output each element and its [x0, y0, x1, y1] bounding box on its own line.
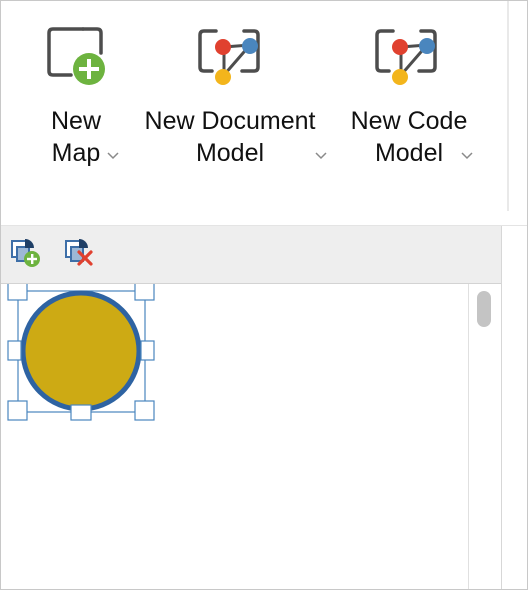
remove-layer-button[interactable] — [63, 235, 97, 269]
resize-handle-bottom[interactable] — [70, 404, 92, 421]
code-model-icon — [375, 29, 437, 85]
canvas-drawing — [7, 284, 155, 421]
resize-handle-top-left[interactable] — [7, 284, 28, 301]
new-code-model-label-line2: Model — [374, 139, 444, 167]
scrollbar-thumb[interactable] — [477, 291, 491, 327]
add-layer-button[interactable] — [9, 235, 43, 269]
new-document-model-button[interactable]: New Document Model — [134, 27, 327, 177]
chevron-down-icon — [461, 152, 473, 160]
remove-layer-icon — [65, 239, 93, 266]
chevron-down-icon — [315, 152, 327, 160]
resize-handle-top-right[interactable] — [134, 284, 155, 301]
vertical-scrollbar[interactable] — [468, 284, 502, 589]
new-map-icon — [47, 27, 105, 85]
ribbon: New Map New Document Model New Code Mode… — [1, 1, 527, 226]
new-code-model-label-line1: New Code — [350, 107, 468, 135]
add-layer-icon — [11, 239, 40, 267]
new-map-button[interactable]: New Map — [31, 27, 121, 177]
new-document-model-label-line2: Model — [195, 139, 265, 167]
document-model-icon — [198, 29, 260, 85]
circle-shape[interactable] — [20, 290, 142, 412]
resize-handle-left[interactable] — [7, 340, 22, 361]
diagram-canvas[interactable] — [1, 284, 468, 589]
chevron-down-icon — [107, 152, 119, 160]
new-map-label-line1: New — [50, 107, 101, 135]
resize-handle-right[interactable] — [140, 340, 155, 361]
new-document-model-label-line1: New Document — [144, 107, 316, 135]
resize-handle-bottom-right[interactable] — [134, 400, 155, 421]
resize-handle-bottom-left[interactable] — [7, 400, 28, 421]
ribbon-divider — [507, 1, 509, 211]
app-window: New Map New Document Model New Code Mode… — [0, 0, 528, 590]
side-panel-edge — [501, 226, 527, 589]
canvas-toolbar — [1, 226, 501, 284]
new-code-model-button[interactable]: New Code Model — [341, 27, 477, 177]
